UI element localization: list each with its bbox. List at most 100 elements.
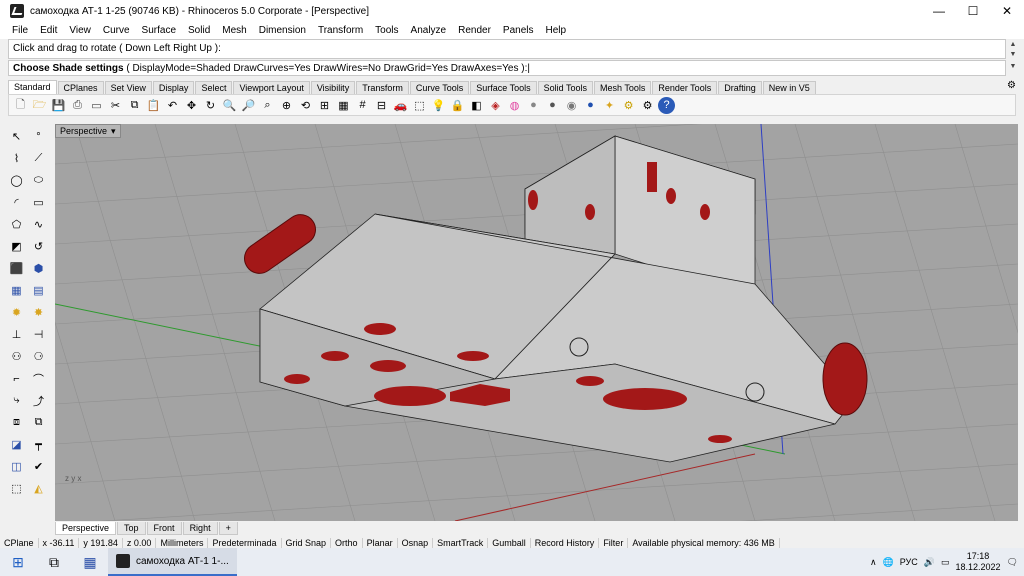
grid-icon[interactable]: #	[354, 97, 371, 114]
lamp-icon[interactable]: ✦	[601, 97, 618, 114]
car-icon[interactable]: 🚗	[392, 97, 409, 114]
color-wheel-icon[interactable]: ◍	[506, 97, 523, 114]
trim-icon[interactable]: ⊥	[8, 326, 25, 343]
maximize-button[interactable]: ☐	[956, 0, 990, 22]
render-icon[interactable]: ◫	[8, 458, 25, 475]
status-ortho[interactable]: Ortho	[331, 537, 363, 548]
tab-right[interactable]: Right	[182, 522, 218, 535]
tab-new-in-v5[interactable]: New in V5	[762, 81, 816, 94]
tab-render-tools[interactable]: Render Tools	[652, 81, 718, 94]
new-file-icon[interactable]: 🗋	[12, 97, 29, 114]
status-layer[interactable]: Predeterminada	[208, 537, 282, 548]
command-dropdown-icon[interactable]: ▼	[1008, 63, 1018, 70]
perspective-viewport[interactable]: Perspective ▾ z y x	[55, 124, 1018, 521]
close-button[interactable]: ✕	[990, 0, 1024, 22]
tab-display[interactable]: Display	[152, 81, 195, 94]
windows-start-icon[interactable]: ⊞	[0, 548, 36, 576]
menu-file[interactable]: File	[6, 25, 34, 36]
open-file-icon[interactable]: 🗁	[31, 97, 48, 114]
tab-solid-tools[interactable]: Solid Tools	[537, 81, 593, 94]
drafting-icon[interactable]: ◭	[30, 480, 47, 497]
tab-mesh-tools[interactable]: Mesh Tools	[593, 81, 652, 94]
copy-icon[interactable]: ⧉	[126, 97, 143, 114]
text-object-icon[interactable]: ⬚	[8, 480, 25, 497]
tab-transform[interactable]: Transform	[356, 81, 409, 94]
dimension-icon[interactable]: ┯	[30, 436, 47, 453]
array-icon[interactable]: ⧈	[8, 414, 25, 431]
calculator-icon[interactable]: ▦	[72, 548, 108, 576]
clock[interactable]: 17:18 18.12.2022	[956, 551, 1001, 573]
status-record-history[interactable]: Record History	[531, 537, 600, 548]
menu-render[interactable]: Render	[452, 25, 497, 36]
model-view[interactable]	[55, 124, 1018, 521]
import-icon[interactable]: ▭	[88, 97, 105, 114]
sphere-render-icon[interactable]: ●	[582, 97, 599, 114]
pan-icon[interactable]: ✥	[183, 97, 200, 114]
viewport-title[interactable]: Perspective ▾	[55, 124, 121, 138]
tab-select[interactable]: Select	[195, 81, 233, 94]
sphere-ghosted-icon[interactable]: ◉	[563, 97, 580, 114]
offset-icon[interactable]: ⌒	[30, 370, 47, 387]
explode-icon[interactable]: ✸	[30, 304, 47, 321]
menu-view[interactable]: View	[63, 25, 97, 36]
join-icon[interactable]: ⚆	[30, 348, 47, 365]
lock-icon[interactable]: 🔒	[449, 97, 466, 114]
status-cplane[interactable]: CPlane	[0, 537, 39, 548]
select-arrow-icon[interactable]: ↖	[8, 128, 25, 145]
mesh-tools-icon[interactable]: ▤	[30, 282, 47, 299]
status-grid-snap[interactable]: Grid Snap	[282, 537, 332, 548]
scale-icon[interactable]: ⧉	[30, 414, 47, 431]
gear-icon[interactable]: ⚙	[1007, 80, 1016, 91]
group-icon[interactable]: ⚇	[8, 348, 25, 365]
minimize-button[interactable]: —	[922, 0, 956, 22]
tab-visibility[interactable]: Visibility	[310, 81, 356, 94]
status-filter[interactable]: Filter	[599, 537, 629, 548]
menu-panels[interactable]: Panels	[497, 25, 540, 36]
cplane-icon[interactable]: ▦	[335, 97, 352, 114]
ellipse-icon[interactable]: ⬭	[30, 172, 47, 189]
layer-icon[interactable]: ◧	[468, 97, 485, 114]
help-icon[interactable]: ?	[658, 96, 675, 114]
move-icon[interactable]: ⤷	[8, 392, 25, 409]
menu-analyze[interactable]: Analyze	[405, 25, 453, 36]
set-view-icon[interactable]: ⊟	[373, 97, 390, 114]
tab-curve-tools[interactable]: Curve Tools	[409, 81, 470, 94]
tab-surface-tools[interactable]: Surface Tools	[470, 81, 537, 94]
options-gear-icon[interactable]: ⚙	[620, 97, 637, 114]
circle-icon[interactable]: ◯	[8, 172, 25, 189]
menu-edit[interactable]: Edit	[34, 25, 63, 36]
polyline-icon[interactable]: ⌇	[8, 150, 25, 167]
input-language[interactable]: РУС	[900, 557, 918, 567]
check-icon[interactable]: ✔	[30, 458, 47, 475]
arc-icon[interactable]: ◜	[8, 194, 25, 211]
tray-chevron-up-icon[interactable]: ∧	[870, 557, 877, 568]
history-scroll-up-icon[interactable]: ▲	[1008, 41, 1018, 48]
sphere-shaded-icon[interactable]: ●	[525, 97, 542, 114]
status-smarttrack[interactable]: SmartTrack	[433, 537, 489, 548]
status-planar[interactable]: Planar	[363, 537, 398, 548]
tab-set-view[interactable]: Set View	[104, 81, 152, 94]
menu-transform[interactable]: Transform	[312, 25, 369, 36]
paste-icon[interactable]: 📋	[145, 97, 162, 114]
polygon-icon[interactable]: ⬠	[8, 216, 25, 233]
zoom-extents-icon[interactable]: ⌕	[259, 97, 276, 114]
tab-perspective[interactable]: Perspective	[55, 522, 117, 535]
analyze-icon[interactable]: ◪	[8, 436, 25, 453]
select-all-icon[interactable]: ⬚	[411, 97, 428, 114]
status-gumball[interactable]: Gumball	[488, 537, 531, 548]
solid-union-icon[interactable]: ⬢	[30, 260, 47, 277]
revolve-icon[interactable]: ↺	[30, 238, 47, 255]
light-icon[interactable]: ✹	[8, 304, 25, 321]
tab-front[interactable]: Front	[146, 522, 182, 535]
menu-surface[interactable]: Surface	[136, 25, 182, 36]
menu-mesh[interactable]: Mesh	[216, 25, 252, 36]
history-scroll-down-icon[interactable]: ▼	[1008, 51, 1018, 58]
print-icon[interactable]: ⎙	[69, 97, 86, 114]
menu-tools[interactable]: Tools	[369, 25, 404, 36]
notifications-icon[interactable]: 🗨	[1007, 557, 1018, 568]
viewport-menu-icon[interactable]: ▾	[111, 126, 116, 137]
tab-viewport-layout[interactable]: Viewport Layout	[233, 81, 310, 94]
tab-standard[interactable]: Standard	[8, 80, 57, 94]
status-units[interactable]: Millimeters	[156, 537, 209, 548]
menu-curve[interactable]: Curve	[97, 25, 136, 36]
